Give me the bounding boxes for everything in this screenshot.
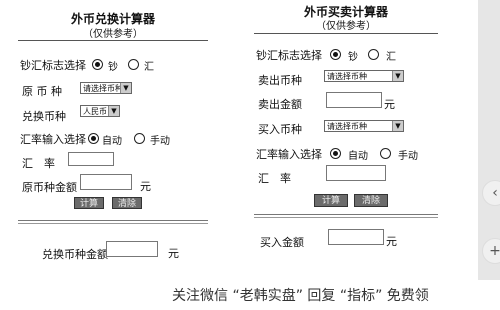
- to-currency-label: 兑换币种: [22, 110, 66, 123]
- watermark-text: 关注微信 “老韩实盘” 回复 “指标” 免费领: [172, 288, 429, 304]
- result-unit: 元: [386, 235, 397, 248]
- share-icon: ‹: [492, 185, 498, 201]
- rate-label: 汇 率: [22, 157, 55, 170]
- divider: [254, 214, 438, 215]
- calculate-button[interactable]: 计算: [314, 194, 348, 207]
- divider: [18, 223, 208, 224]
- plus-icon: +: [489, 243, 500, 259]
- radio-remit-label: 汇: [144, 62, 154, 73]
- amount-label: 原币种金额: [22, 181, 77, 194]
- radio-cash[interactable]: [330, 49, 341, 60]
- amount-input[interactable]: [80, 174, 132, 190]
- radio-auto-label: 自动: [102, 136, 122, 147]
- divider: [254, 217, 438, 218]
- chevron-down-icon: ▼: [108, 106, 119, 116]
- clear-button[interactable]: 清除: [112, 197, 142, 209]
- chevron-down-icon: ▼: [120, 83, 131, 93]
- radio-cash-label: 钞: [108, 62, 118, 73]
- sell-amount-label: 卖出金额: [258, 98, 302, 111]
- radio-cash-label: 钞: [348, 52, 358, 63]
- sell-currency-select[interactable]: 请选择币种 ▼: [324, 70, 404, 82]
- to-currency-value: 人民币: [83, 107, 107, 116]
- radio-manual[interactable]: [134, 133, 145, 144]
- radio-manual[interactable]: [380, 148, 391, 159]
- divider: [254, 33, 438, 34]
- calculate-button[interactable]: 计算: [74, 197, 104, 209]
- sell-amount-input[interactable]: [326, 92, 382, 108]
- radio-remit[interactable]: [128, 59, 139, 70]
- fx-trade-calculator: 外币买卖计算器 （仅供参考） 钞汇标志选择 钞 汇 卖出币种 请选择币种 ▼ 卖…: [254, 0, 438, 270]
- divider: [18, 220, 208, 221]
- radio-manual-label: 手动: [398, 151, 418, 162]
- result-unit: 元: [168, 247, 179, 260]
- result-output: [328, 229, 384, 245]
- sell-amount-unit: 元: [384, 98, 395, 111]
- rate-mode-label: 汇率输入选择: [20, 133, 86, 146]
- radio-auto[interactable]: [88, 133, 99, 144]
- buy-currency-value: 请选择币种: [327, 122, 367, 131]
- cash-remit-label: 钞汇标志选择: [20, 59, 86, 72]
- from-currency-select[interactable]: 请选择币种 ▼: [80, 82, 132, 94]
- from-currency-value: 请选择币种: [83, 84, 123, 93]
- chevron-down-icon: ▼: [392, 121, 403, 131]
- result-output: [106, 241, 158, 257]
- from-currency-label: 原 币 种: [22, 85, 62, 98]
- sell-currency-label: 卖出币种: [258, 74, 302, 87]
- fx-exchange-calculator: 外币兑换计算器 （仅供参考） 钞汇标志选择 钞 汇 原 币 种 请选择币种 ▼ …: [18, 4, 208, 274]
- radio-auto[interactable]: [330, 148, 341, 159]
- rate-input[interactable]: [326, 165, 386, 181]
- result-label: 兑换币种金额: [42, 248, 108, 261]
- page-subtitle: （仅供参考）: [316, 21, 376, 32]
- sell-currency-value: 请选择币种: [327, 72, 367, 81]
- radio-remit[interactable]: [368, 49, 379, 60]
- radio-auto-label: 自动: [348, 151, 368, 162]
- radio-cash[interactable]: [92, 59, 103, 70]
- chevron-down-icon: ▼: [392, 71, 403, 81]
- clear-button[interactable]: 清除: [354, 194, 388, 207]
- rate-label: 汇 率: [258, 172, 291, 185]
- divider: [18, 40, 208, 41]
- cash-remit-label: 钞汇标志选择: [256, 49, 322, 62]
- buy-currency-select[interactable]: 请选择币种 ▼: [324, 120, 404, 132]
- buy-currency-label: 买入币种: [258, 123, 302, 136]
- to-currency-select[interactable]: 人民币 ▼: [80, 105, 120, 117]
- radio-manual-label: 手动: [150, 136, 170, 147]
- rate-mode-label: 汇率输入选择: [256, 148, 322, 161]
- rate-input[interactable]: [68, 152, 114, 166]
- radio-remit-label: 汇: [386, 52, 396, 63]
- page-subtitle: （仅供参考）: [83, 29, 143, 40]
- amount-unit: 元: [140, 180, 151, 193]
- result-label: 买入金额: [260, 236, 304, 249]
